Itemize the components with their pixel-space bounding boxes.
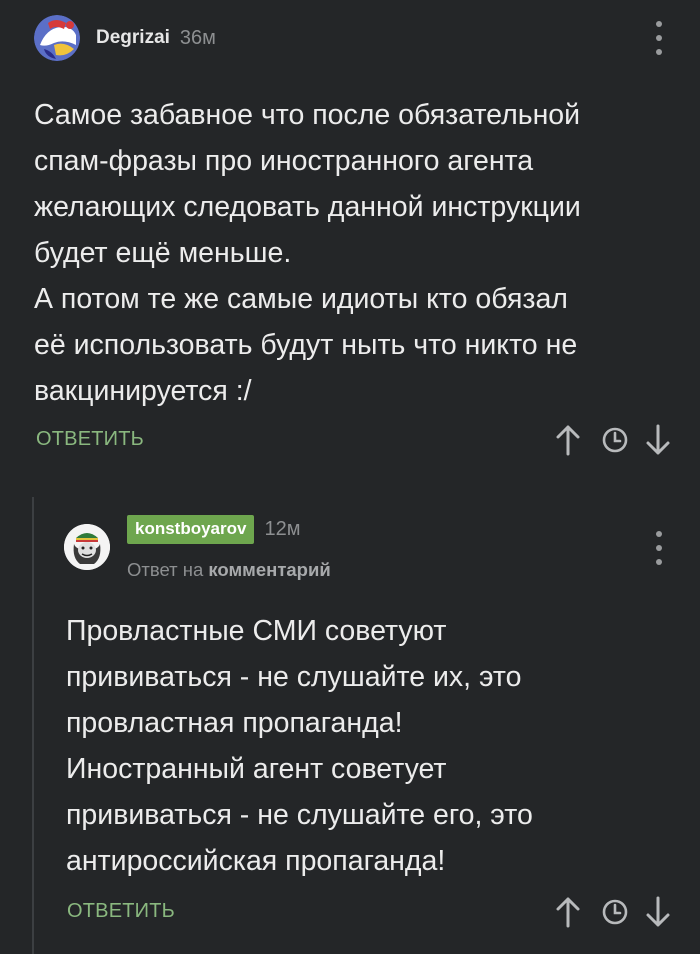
comment-line: А потом те же самые идиоты кто обязал [34, 283, 568, 315]
arrow-up-icon[interactable] [555, 424, 581, 456]
vote-actions [555, 896, 671, 928]
more-icon[interactable] [655, 21, 663, 55]
reply-to-line: Ответ на комментарий [127, 559, 331, 581]
clock-icon[interactable] [601, 426, 629, 454]
avatar[interactable] [34, 15, 80, 61]
reply-comment: konstboyarov 12м Ответ на комментарий Пр… [0, 470, 700, 954]
clock-icon[interactable] [601, 898, 629, 926]
comment-header: Degrizai 36м [34, 15, 216, 61]
reply-button[interactable]: ОТВЕТИТЬ [36, 428, 144, 451]
comment-body: Провластные СМИ советуют прививаться - н… [66, 608, 533, 884]
arrow-down-icon[interactable] [645, 424, 671, 456]
comment-line: вакцинируется :/ [34, 375, 252, 407]
comment-line: провластная пропаганда! [66, 707, 403, 739]
comments-page: Degrizai 36м Самое забавное что после об… [0, 0, 700, 954]
author-name[interactable]: konstboyarov [127, 515, 255, 544]
comment-line: прививаться - не слушайте их, это [66, 661, 522, 693]
arrow-down-icon[interactable] [645, 896, 671, 928]
comment-line: будет ещё меньше. [34, 237, 292, 269]
comment: Degrizai 36м Самое забавное что после об… [0, 0, 700, 470]
reply-to-prefix: Ответ на [127, 559, 204, 580]
comment-line: желающих следовать данной инструкции [34, 191, 581, 223]
comment-line: прививаться - не слушайте его, это [66, 799, 533, 831]
comment-line: Иностранный агент советует [66, 753, 447, 785]
reply-button[interactable]: ОТВЕТИТЬ [67, 900, 175, 923]
avatar[interactable] [64, 524, 110, 570]
author-name[interactable]: Degrizai [96, 27, 170, 49]
reply-to-link[interactable]: комментарий [208, 559, 330, 580]
comment-line: Самое забавное что после обязательной [34, 99, 581, 131]
comment-line: спам-фразы про иностранного агента [34, 145, 534, 177]
comment-line: её использовать будут ныть что никто не [34, 329, 578, 361]
arrow-up-icon[interactable] [555, 896, 581, 928]
timestamp: 12м [264, 518, 301, 540]
comment-header: konstboyarov 12м [127, 515, 300, 544]
more-icon[interactable] [655, 531, 663, 565]
vote-actions [555, 424, 671, 456]
comment-line: антироссийская пропаганда! [66, 845, 446, 877]
comment-body: Самое забавное что после обязательной сп… [34, 92, 581, 414]
timestamp: 36м [179, 26, 216, 49]
comment-line: Провластные СМИ советуют [66, 615, 447, 647]
